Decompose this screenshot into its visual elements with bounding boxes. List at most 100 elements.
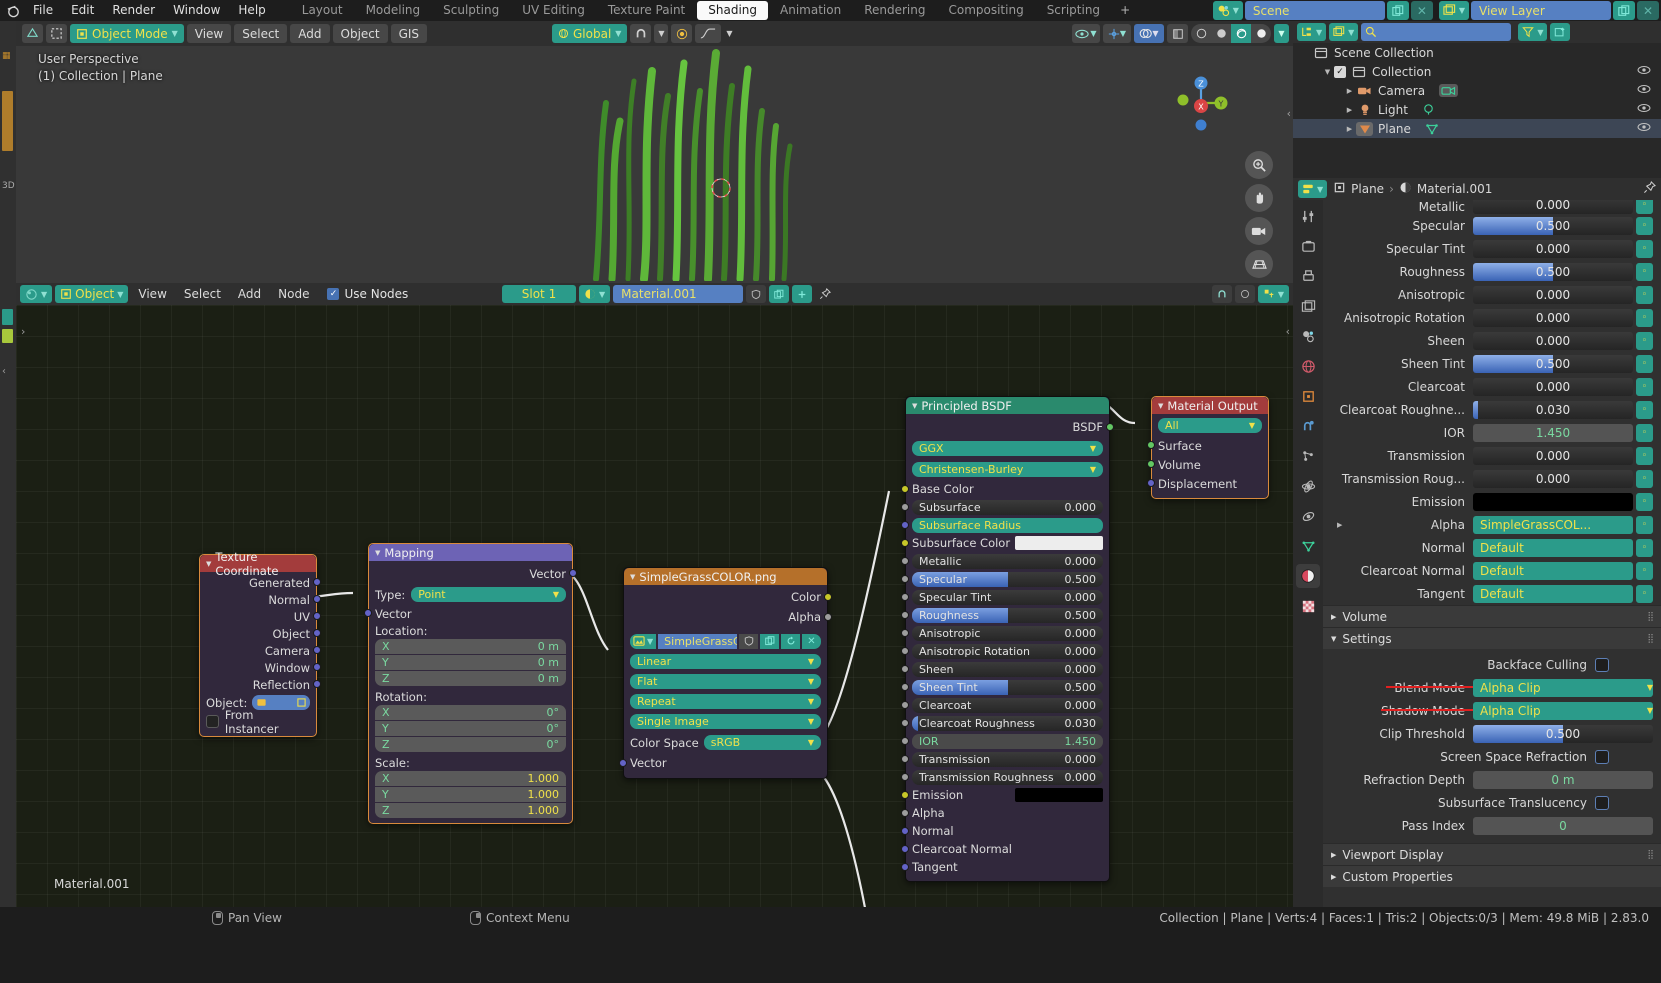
clip-threshold-slider[interactable]: 0.500	[1473, 724, 1653, 743]
shading-solid-icon[interactable]	[1211, 24, 1231, 43]
tab-data-icon[interactable]	[1296, 534, 1320, 558]
node-canvas[interactable]: ▼ Texture Coordinate Generated Normal UV…	[16, 305, 1293, 907]
prop-row-roughness[interactable]: Roughness 0.500 ◦	[1323, 260, 1661, 283]
socket-roughness[interactable]	[901, 611, 909, 619]
shading-wireframe-icon[interactable]	[1191, 24, 1211, 43]
overlays-toggle-icon[interactable]: ▼	[1134, 24, 1164, 43]
section-custom-properties[interactable]: ▶ Custom Properties	[1323, 865, 1661, 887]
output-uv[interactable]: UV	[200, 608, 321, 625]
prop-link-dot[interactable]: ◦	[1636, 423, 1653, 442]
prop-link-dot[interactable]: ◦	[1636, 354, 1653, 373]
view-layer-name-field[interactable]: View Layer	[1471, 1, 1611, 20]
menu-render[interactable]: Render	[103, 1, 164, 20]
shading-rendered-icon[interactable]	[1251, 24, 1271, 43]
prop-field-sheen[interactable]: 0.000	[1473, 331, 1633, 350]
bsdf-input-sheen-tint[interactable]: Sheen Tint 0.500	[901, 678, 1109, 696]
xray-toggle-icon[interactable]	[1167, 24, 1188, 43]
prop-row-sheen-tint[interactable]: Sheen Tint 0.500 ◦	[1323, 352, 1661, 375]
object-mode-selector[interactable]: Object Mode ▼	[70, 24, 184, 43]
shader-menu-view[interactable]: View	[131, 285, 173, 303]
view-layer-close-icon[interactable]: ✕	[1637, 1, 1659, 20]
scale-z[interactable]: Z 1.000	[375, 803, 566, 818]
socket-surface[interactable]	[1147, 441, 1155, 449]
rotation-x[interactable]: X 0°	[375, 705, 566, 720]
socket-subsurface-radius[interactable]	[901, 521, 909, 529]
projection-dropdown[interactable]: Flat ▼	[630, 674, 821, 689]
field-specular-tint[interactable]: Specular Tint 0.000	[912, 589, 1103, 605]
bsdf-input-transmission[interactable]: Transmission 0.000	[901, 750, 1109, 768]
rotation-z[interactable]: Z 0°	[375, 737, 566, 752]
prop-link-dot[interactable]: ◦	[1636, 469, 1653, 488]
scene-browse-icon[interactable]: ▼	[1212, 1, 1243, 20]
prop-field-sheen-tint[interactable]: 0.500	[1473, 354, 1633, 373]
distribution-dropdown[interactable]: GGX ▼	[912, 441, 1103, 456]
node-texture-coordinate[interactable]: ▼ Texture Coordinate Generated Normal UV…	[199, 550, 321, 737]
output-input-volume[interactable]: Volume	[1147, 455, 1268, 474]
socket-anisotropic-rotation[interactable]	[901, 647, 909, 655]
socket-tangent[interactable]	[901, 863, 909, 871]
breadcrumb-object-label[interactable]: Plane	[1351, 182, 1384, 196]
node-header-material-output[interactable]: ▼ Material Output	[1152, 397, 1268, 414]
prop-link-dot[interactable]: ◦	[1636, 538, 1653, 557]
menu-window[interactable]: Window	[164, 1, 229, 20]
field-sheen[interactable]: Sheen 0.000	[912, 661, 1103, 677]
socket-vector-in[interactable]	[619, 759, 627, 767]
tab-output-icon[interactable]	[1296, 264, 1320, 288]
select-box-icon[interactable]	[46, 24, 67, 43]
section-volume[interactable]: ▶ Volume ⣿	[1323, 605, 1661, 627]
socket-clearcoat-normal[interactable]	[901, 845, 909, 853]
pass-index-field[interactable]: 0	[1473, 816, 1653, 835]
expand-arrow-icon[interactable]: ▶	[1337, 521, 1342, 529]
bsdf-input-roughness[interactable]: Roughness 0.500	[901, 606, 1109, 624]
transform-orientation-selector[interactable]: Global ▼	[552, 24, 628, 43]
tab-tool-icon[interactable]	[1296, 204, 1320, 228]
collapse-triangle-icon[interactable]: ▼	[375, 549, 380, 557]
slot-selector[interactable]: Slot 1	[502, 285, 576, 303]
prop-field-transmission[interactable]: 0.000	[1473, 446, 1633, 465]
socket-sheen-tint[interactable]	[901, 683, 909, 691]
row-clip-threshold[interactable]: Clip Threshold 0.500	[1323, 722, 1661, 745]
prop-row-transmission[interactable]: Transmission 0.000 ◦	[1323, 444, 1661, 467]
field-anisotropic-rotation[interactable]: Anisotropic Rotation 0.000	[912, 643, 1103, 659]
subsurface-method-dropdown[interactable]: Christensen-Burley ▼	[912, 462, 1103, 477]
prop-row-clearcoat-roughne[interactable]: Clearcoat Roughne... 0.030 ◦	[1323, 398, 1661, 421]
tab-object-icon[interactable]	[1296, 384, 1320, 408]
tab-scene-icon[interactable]	[1296, 324, 1320, 348]
outliner-filter-icon[interactable]: ▼	[1518, 23, 1548, 41]
proportional-falloff-selector[interactable]	[695, 24, 722, 43]
socket-color-out[interactable]	[824, 593, 832, 601]
shader-editor-type-icon[interactable]: ▼	[20, 285, 53, 303]
camera-icon[interactable]	[1245, 217, 1273, 245]
output-input-displacement[interactable]: Displacement	[1147, 474, 1268, 493]
use-nodes-toggle[interactable]: ✓ Use Nodes	[327, 287, 408, 301]
scale-x[interactable]: X 1.000	[375, 771, 566, 786]
rotation-y[interactable]: Y 0°	[375, 721, 566, 736]
socket-alpha[interactable]	[901, 809, 909, 817]
node-sidebar-toggle-left[interactable]: ›	[21, 325, 25, 338]
material-duplicate-icon[interactable]	[769, 285, 790, 303]
tab-rendering[interactable]: Rendering	[853, 1, 936, 20]
extension-dropdown[interactable]: Repeat ▼	[630, 694, 821, 709]
prop-link-dot[interactable]: ◦	[1636, 331, 1653, 350]
node-header-image-texture[interactable]: ▼ SimpleGrassCOLOR.png	[624, 568, 827, 585]
node-mapping[interactable]: ▼ Mapping Vector Type: Point ▼ Vector Loc…	[364, 543, 577, 824]
socket-reflection[interactable]	[313, 680, 321, 688]
visibility-icon[interactable]: ▼	[1072, 24, 1100, 43]
prop-link-dot[interactable]: ◦	[1636, 377, 1653, 396]
prop-row-emission[interactable]: Emission ◦	[1323, 490, 1661, 513]
bsdf-input-emission[interactable]: Emission	[901, 786, 1109, 804]
menu-file[interactable]: File	[24, 1, 62, 20]
output-camera[interactable]: Camera	[200, 642, 321, 659]
field-anisotropic[interactable]: Anisotropic 0.000	[912, 625, 1103, 641]
interpolation-dropdown[interactable]: Linear ▼	[630, 654, 821, 669]
menu-edit[interactable]: Edit	[62, 1, 103, 20]
hand-icon[interactable]	[1245, 184, 1273, 212]
backface-culling-checkbox[interactable]	[1595, 657, 1609, 672]
bsdf-input-normal[interactable]: Normal	[901, 822, 1109, 840]
tab-view-layer-icon[interactable]	[1296, 294, 1320, 318]
tab-material-icon[interactable]	[1296, 564, 1320, 588]
tab-scripting[interactable]: Scripting	[1036, 1, 1111, 20]
field-subsurface-radius[interactable]: Subsurface Radius	[912, 517, 1103, 533]
bsdf-input-anisotropic[interactable]: Anisotropic 0.000	[901, 624, 1109, 642]
breadcrumb-material-label[interactable]: Material.001	[1417, 182, 1492, 196]
